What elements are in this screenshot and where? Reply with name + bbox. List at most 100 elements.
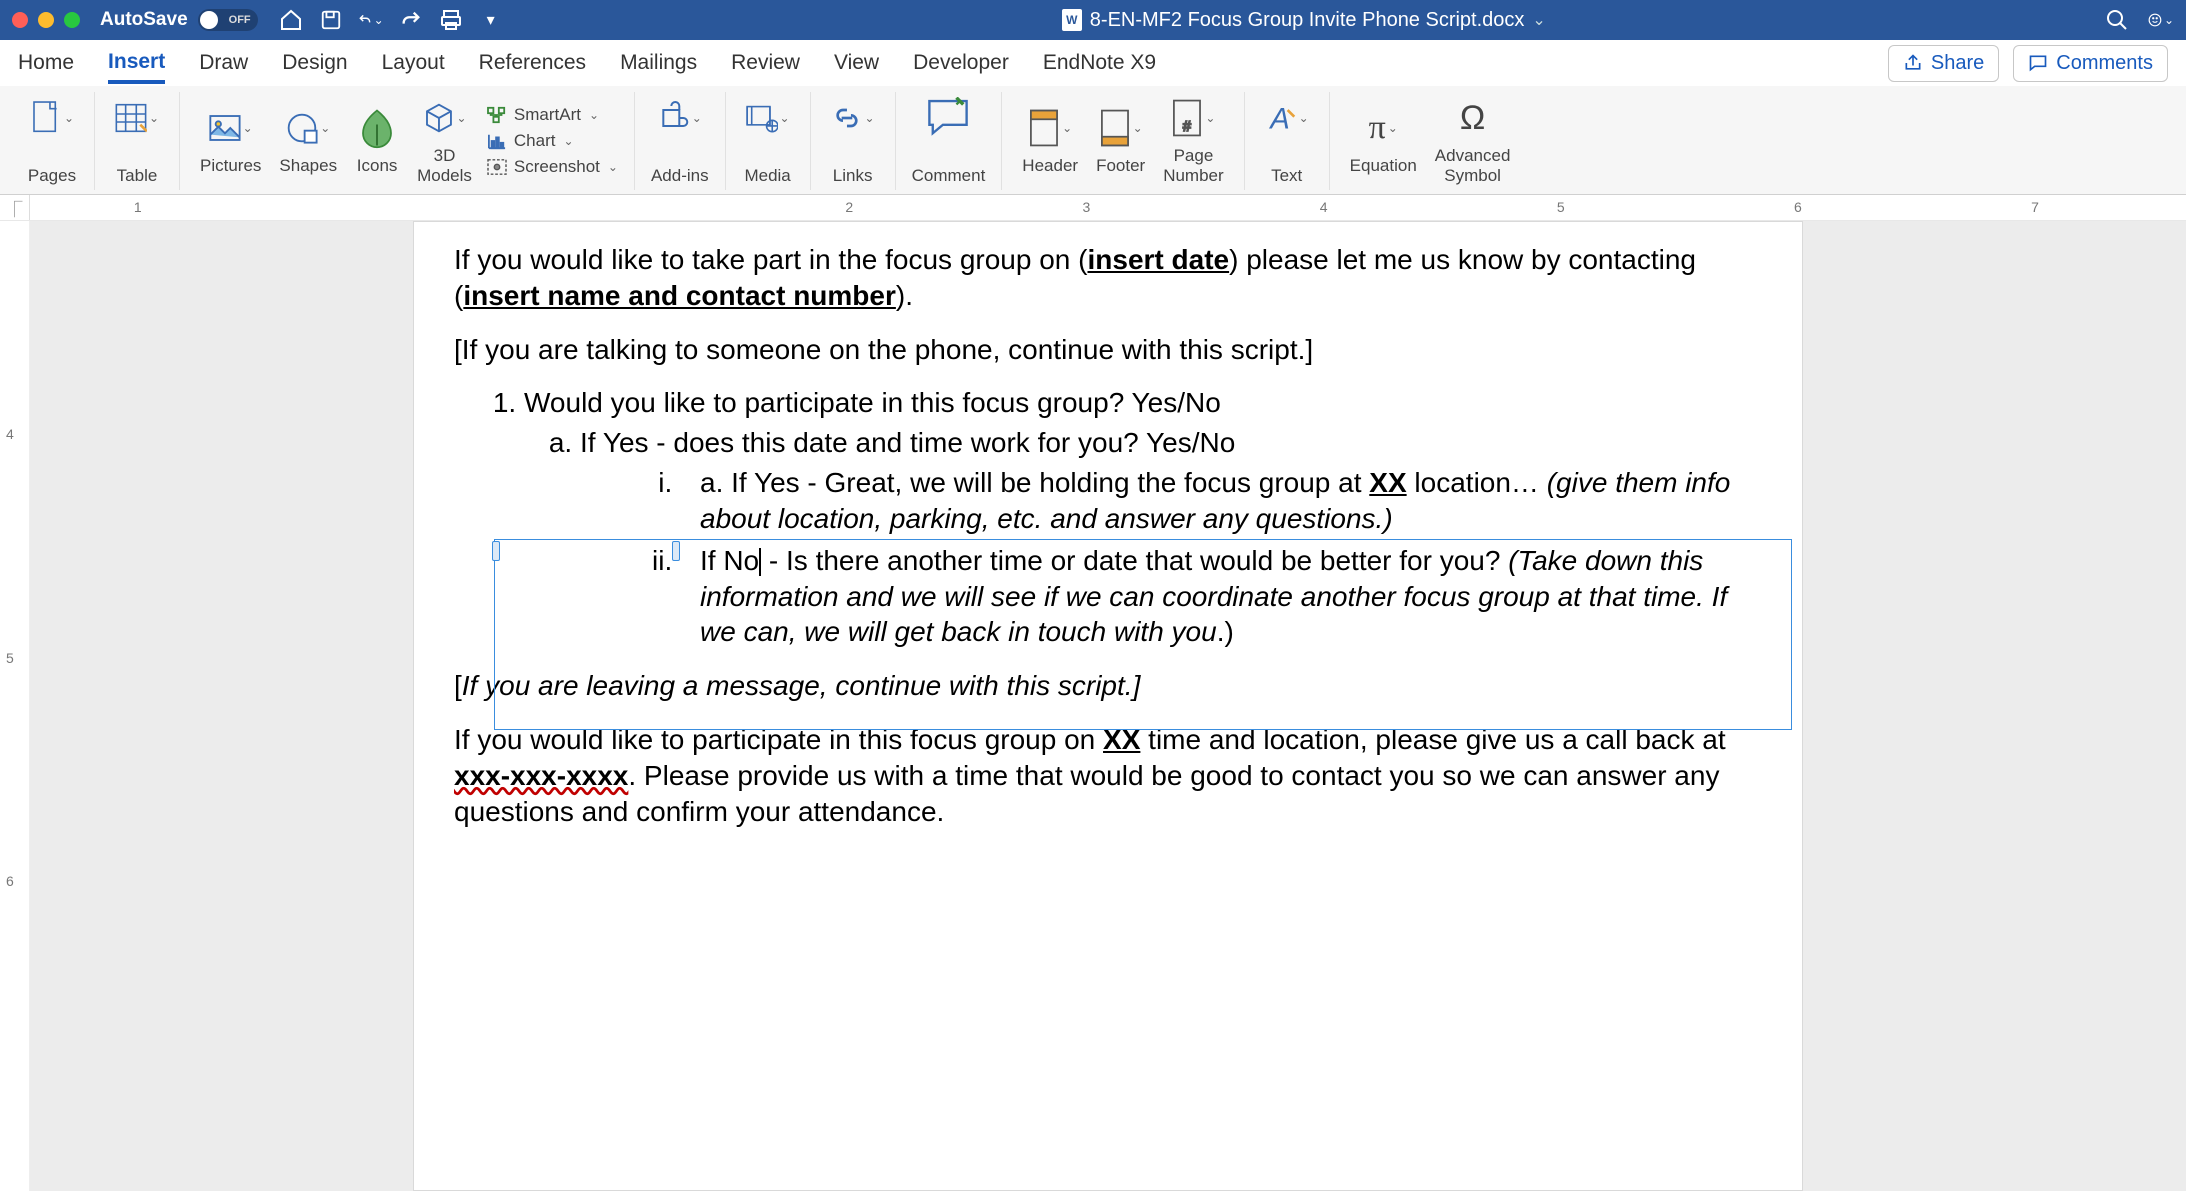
spellcheck-error-text: xxx-xxx-xxxx	[454, 760, 628, 791]
header-label: Header	[1022, 156, 1078, 176]
page-number-label: Page Number	[1163, 146, 1223, 186]
word-doc-icon: W	[1062, 9, 1082, 31]
tab-review[interactable]: Review	[731, 43, 800, 83]
shapes-button[interactable]: ⌄ Shapes	[275, 106, 341, 176]
ruler-mark: 6	[6, 873, 14, 889]
symbol-button[interactable]: Ω Advanced Symbol	[1431, 96, 1515, 186]
list-item[interactable]: a. If Yes - Great, we will be holding th…	[680, 465, 1762, 537]
zoom-window-icon[interactable]	[64, 12, 80, 28]
tab-view[interactable]: View	[834, 43, 879, 83]
text-label: Text	[1271, 166, 1302, 186]
list-item[interactable]: Would you like to participate in this fo…	[524, 385, 1762, 650]
save-icon[interactable]	[318, 7, 344, 33]
autosave-label: AutoSave	[100, 9, 188, 31]
list-item[interactable]: If Yes - does this date and time work fo…	[580, 425, 1762, 650]
document-scroll[interactable]: If you would like to take part in the fo…	[30, 221, 2186, 1191]
italic-text: If you are leaving a message, continue w…	[462, 670, 1141, 701]
title-center: W 8-EN-MF2 Focus Group Invite Phone Scri…	[510, 9, 2098, 32]
text-button[interactable]: A⌄	[1261, 96, 1313, 140]
svg-text:#: #	[1183, 119, 1191, 135]
numbered-list[interactable]: Would you like to participate in this fo…	[454, 385, 1762, 650]
text-run: .)	[1217, 616, 1234, 647]
addins-button[interactable]: ⌄	[654, 96, 706, 140]
text-run: time and location, please give us a call…	[1140, 724, 1725, 755]
ruler-vertical[interactable]: 4 5 6	[0, 221, 30, 1191]
footer-button[interactable]: ⌄ Footer	[1092, 106, 1149, 176]
selection-handle-icon[interactable]	[672, 541, 680, 561]
tab-endnote[interactable]: EndNote X9	[1043, 43, 1156, 83]
print-icon[interactable]	[438, 7, 464, 33]
close-window-icon[interactable]	[12, 12, 28, 28]
smartart-label: SmartArt	[514, 105, 581, 125]
text-run: If you would like to take part in the fo…	[454, 244, 1087, 275]
autosave-toggle[interactable]: OFF	[198, 9, 258, 31]
home-icon[interactable]	[278, 7, 304, 33]
redo-icon[interactable]	[398, 7, 424, 33]
qat-customize-icon[interactable]: ▾	[478, 7, 504, 33]
share-button[interactable]: Share	[1888, 45, 1999, 82]
text-run: a. If Yes - Great, we will be holding th…	[700, 467, 1369, 498]
tab-developer[interactable]: Developer	[913, 43, 1009, 83]
addins-label: Add-ins	[651, 166, 709, 186]
alpha-list[interactable]: If Yes - does this date and time work fo…	[524, 425, 1762, 650]
paragraph[interactable]: [If you are leaving a message, continue …	[454, 668, 1762, 704]
tab-home[interactable]: Home	[18, 43, 74, 83]
3d-models-button[interactable]: ⌄ 3D Models	[413, 96, 476, 186]
tab-draw[interactable]: Draw	[199, 43, 248, 83]
text-run: . Please provide us with a time that wou…	[454, 760, 1719, 827]
emoji-icon[interactable]: ⌄	[2148, 7, 2174, 33]
share-label: Share	[1931, 52, 1984, 75]
tab-selector-icon[interactable]: ⎾	[0, 195, 30, 220]
paragraph[interactable]: If you would like to participate in this…	[454, 722, 1762, 829]
tab-insert[interactable]: Insert	[108, 42, 165, 84]
quick-access-toolbar: ⌄ ▾	[278, 7, 504, 33]
links-button[interactable]: ⌄	[827, 96, 879, 140]
ruler-mark: 3	[1083, 199, 1091, 215]
window-controls	[12, 12, 80, 28]
screenshot-button[interactable]: Screenshot⌄	[486, 157, 618, 177]
paragraph[interactable]: If you would like to take part in the fo…	[454, 242, 1762, 314]
icons-label: Icons	[357, 156, 398, 176]
page-number-button[interactable]: #⌄ Page Number	[1159, 96, 1227, 186]
autosave-state: OFF	[229, 14, 251, 26]
footer-label: Footer	[1096, 156, 1145, 176]
selection-handle-icon[interactable]	[492, 541, 500, 561]
tab-layout[interactable]: Layout	[382, 43, 445, 83]
chart-button[interactable]: Chart⌄	[486, 131, 618, 151]
ruler-mark: 6	[1794, 199, 1802, 215]
title-dropdown-icon[interactable]: ⌄	[1532, 10, 1545, 30]
ruler-mark: 7	[2031, 199, 2039, 215]
ruler-horizontal-row: ⎾ 1 2 3 4 5 6 7	[0, 195, 2186, 221]
comments-label: Comments	[2056, 52, 2153, 75]
pictures-button[interactable]: ⌄ Pictures	[196, 106, 265, 176]
comments-button[interactable]: Comments	[2013, 45, 2168, 82]
header-button[interactable]: ⌄ Header	[1018, 106, 1082, 176]
equation-button[interactable]: π⌄ Equation	[1346, 106, 1421, 176]
ruler-mark: 1	[134, 199, 142, 215]
ruler-mark: 4	[6, 426, 14, 442]
tab-references[interactable]: References	[479, 43, 586, 83]
document-title: 8-EN-MF2 Focus Group Invite Phone Script…	[1090, 9, 1525, 32]
search-icon[interactable]	[2104, 7, 2130, 33]
pages-button[interactable]: ⌄	[26, 96, 78, 140]
paragraph[interactable]: [If you are talking to someone on the ph…	[454, 332, 1762, 368]
placeholder-text: insert date	[1087, 244, 1229, 275]
svg-text:A: A	[1268, 104, 1290, 136]
minimize-window-icon[interactable]	[38, 12, 54, 28]
icons-button[interactable]: Icons	[351, 106, 403, 176]
list-item[interactable]: If No - Is there another time or date th…	[680, 543, 1762, 650]
tab-design[interactable]: Design	[282, 43, 347, 83]
smartart-button[interactable]: SmartArt⌄	[486, 105, 618, 125]
tab-mailings[interactable]: Mailings	[620, 43, 697, 83]
text-run: [	[454, 670, 462, 701]
ruler-horizontal[interactable]: 1 2 3 4 5 6 7	[30, 195, 2186, 220]
symbol-label: Advanced Symbol	[1435, 146, 1511, 186]
table-button[interactable]: ⌄	[111, 96, 163, 140]
titlebar: AutoSave OFF ⌄ ▾ W 8-EN-MF2 Focus Group …	[0, 0, 2186, 40]
comment-button[interactable]	[922, 96, 974, 140]
document-page[interactable]: If you would like to take part in the fo…	[413, 221, 1803, 1191]
undo-icon[interactable]: ⌄	[358, 7, 384, 33]
media-button[interactable]: ⌄	[742, 96, 794, 140]
roman-list[interactable]: a. If Yes - Great, we will be holding th…	[580, 465, 1762, 650]
text-run: If Yes - does this date and time work fo…	[580, 427, 1235, 458]
